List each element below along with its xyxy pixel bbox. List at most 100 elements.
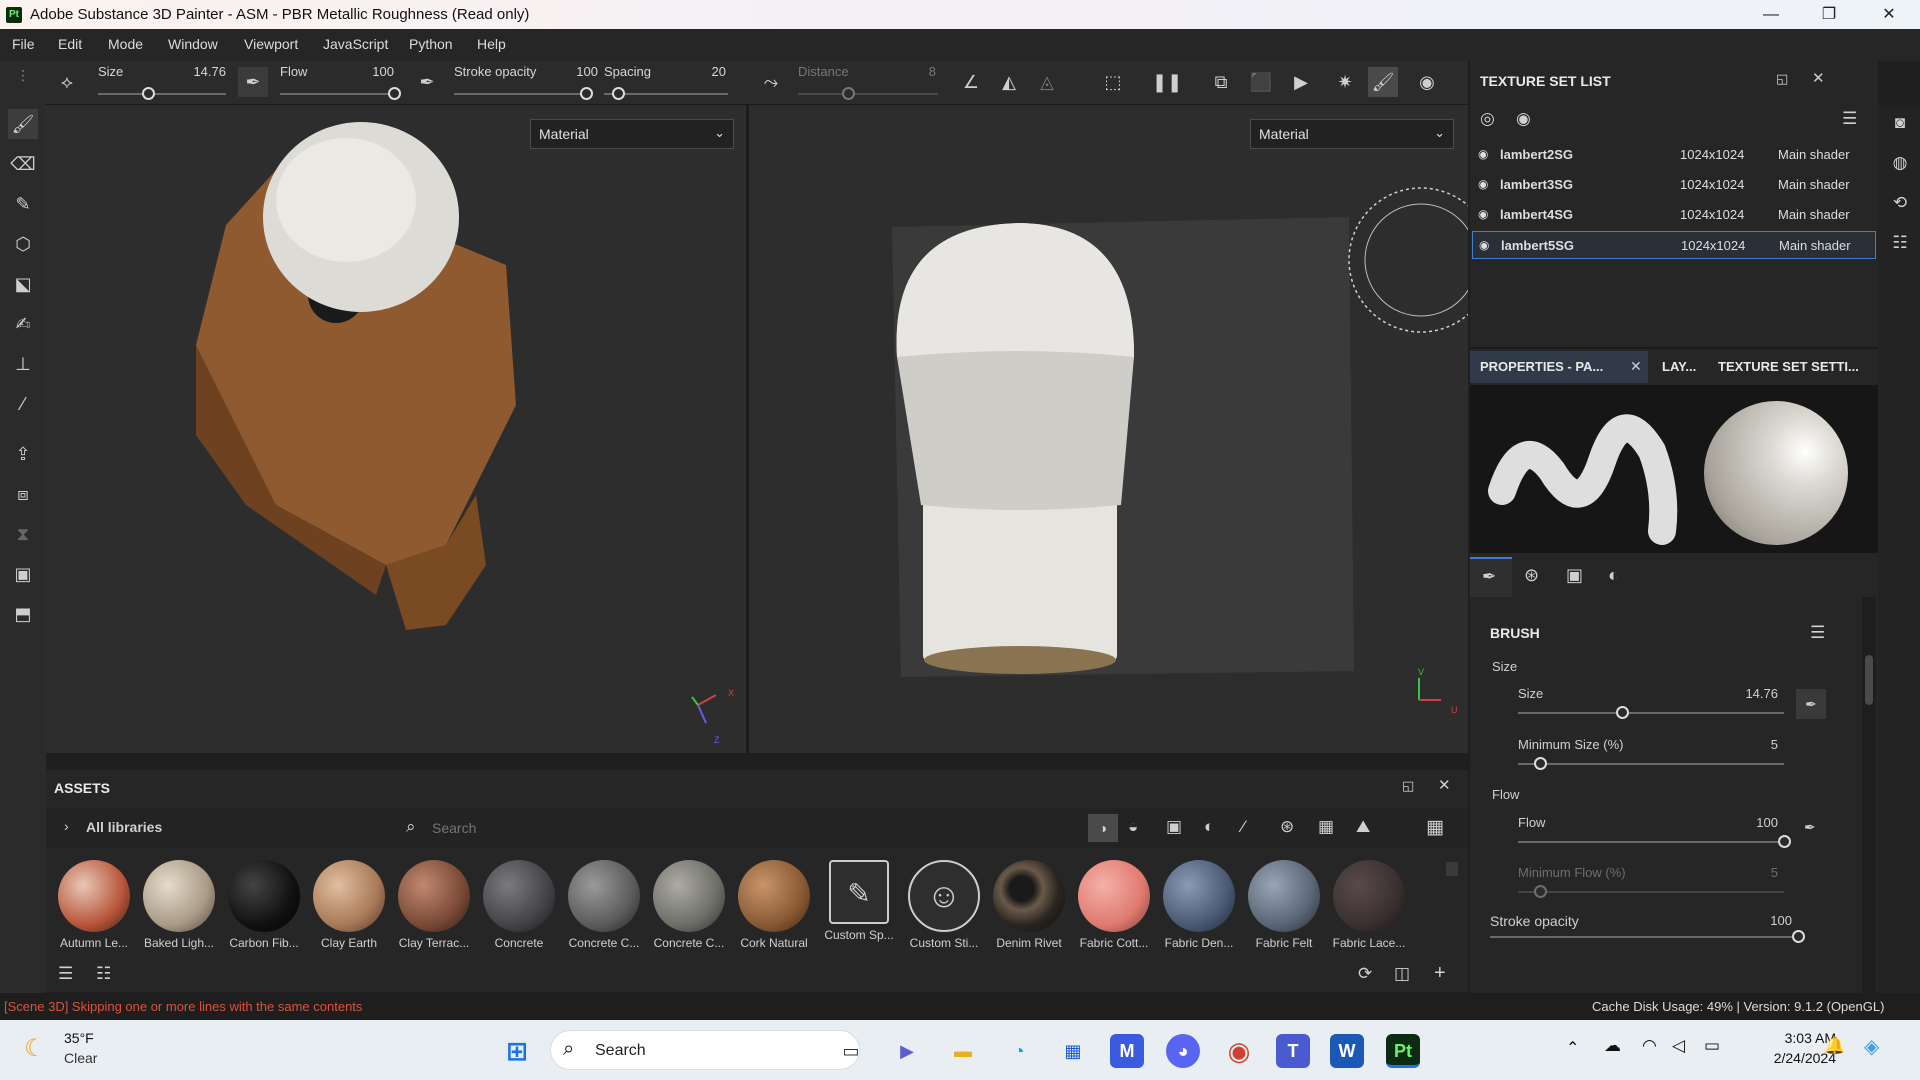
toolbar-spacing-knob[interactable] [612, 87, 625, 100]
taskbar-search[interactable]: ⌕ Search [550, 1030, 860, 1070]
list-view-icon[interactable]: ☰ [58, 964, 73, 984]
flow-pressure-icon[interactable]: ✒ [1804, 819, 1816, 836]
selection-icon[interactable]: ⬚ [1098, 67, 1128, 97]
menu-lines-icon[interactable]: ☰ [1842, 109, 1857, 129]
minimize-icon[interactable]: — [1742, 0, 1800, 29]
camera-video-icon[interactable]: ▶ [1286, 67, 1316, 97]
tab-properties[interactable]: PROPERTIES - PA... ✕ [1470, 351, 1648, 383]
asset-item[interactable]: Fabric Lace... [1329, 860, 1409, 958]
eye-icon[interactable]: ◉ [1516, 109, 1531, 129]
cube-view-icon[interactable]: ⬛ [1246, 67, 1276, 97]
viewport-3d[interactable]: Material ⌄ X Z [46, 105, 746, 753]
float-panel-icon[interactable]: ◱ [1402, 778, 1414, 794]
assets-search-input[interactable] [432, 814, 1122, 842]
toolbar-spacing-value[interactable]: 20 [696, 64, 726, 79]
iray-icon[interactable]: ✷ [1330, 67, 1360, 97]
brush-menu-icon[interactable]: ☰ [1810, 623, 1825, 643]
menu-file[interactable]: File [12, 36, 35, 52]
store-icon[interactable]: ▦ [1056, 1034, 1090, 1068]
teams-meet-icon[interactable]: ▶ [890, 1034, 924, 1068]
stroke-opacity-slider[interactable] [1490, 936, 1800, 938]
edge-icon[interactable]: ◔ [1002, 1034, 1036, 1068]
close-icon[interactable]: ✕ [1860, 0, 1918, 29]
alpha-tab-icon[interactable]: ▣ [1566, 565, 1583, 586]
toolbar-stroke-slider[interactable] [454, 93, 586, 95]
restore-icon[interactable]: ❐ [1800, 0, 1858, 29]
notification-bell-icon[interactable]: 🔔 [1824, 1036, 1845, 1056]
asset-item[interactable]: Concrete [479, 860, 559, 958]
texture-set-row[interactable]: ◉ lambert4SG 1024x1024 Main shader [1472, 201, 1876, 229]
toolbar-size-knob[interactable] [142, 87, 155, 100]
line-angle-icon[interactable]: ∠ [956, 67, 986, 97]
mirror-icon[interactable]: ◭ [994, 67, 1024, 97]
close-tab-icon[interactable]: ✕ [1630, 358, 1642, 375]
new-window-icon[interactable]: ◫ [1394, 964, 1410, 984]
visibility-eye-icon[interactable]: ◉ [1478, 147, 1488, 161]
toolbar-stroke-knob[interactable] [580, 87, 593, 100]
close-panel-icon[interactable]: ✕ [1812, 69, 1825, 87]
pen-pressure-icon[interactable]: ✒ [238, 67, 268, 97]
color-picker-icon[interactable]: ⁄ [8, 389, 38, 419]
asset-item[interactable]: Cork Natural [734, 860, 814, 958]
filter-alphas-icon[interactable]: ▦ [1318, 817, 1334, 837]
lazy-mouse-icon[interactable]: ⤳ [756, 67, 786, 97]
asset-item[interactable]: Denim Rivet [989, 860, 1069, 958]
menu-javascript[interactable]: JavaScript [323, 36, 388, 52]
visibility-eye-icon[interactable]: ◉ [1478, 177, 1488, 191]
texture-set-row-selected[interactable]: ◉ lambert5SG 1024x1024 Main shader [1472, 231, 1876, 259]
copilot-icon[interactable]: ◈ [1864, 1034, 1879, 1059]
eraser-icon[interactable]: ⌫ [8, 149, 38, 179]
add-icon[interactable]: + [1434, 962, 1446, 985]
smudge-icon[interactable]: ✍ [8, 309, 38, 339]
size-slider-knob[interactable] [1616, 706, 1629, 719]
sort-icon[interactable]: ☷ [96, 964, 111, 984]
polygon-fill-icon[interactable]: ⬡ [8, 229, 38, 259]
viewport3d-channel-dropdown[interactable]: Material ⌄ [530, 119, 734, 149]
history-icon[interactable]: ⟲ [1888, 191, 1912, 215]
hide-all-icon[interactable]: ◎ [1480, 109, 1495, 129]
filter-environments-icon[interactable]: ⛰ [1356, 817, 1370, 837]
tab-layers[interactable]: LAY... [1662, 359, 1696, 374]
volume-icon[interactable]: ◁ [1672, 1036, 1685, 1056]
minimum-size-slider[interactable] [1518, 763, 1784, 765]
flow-value[interactable]: 100 [1738, 815, 1778, 830]
menu-viewport[interactable]: Viewport [244, 36, 298, 52]
file-explorer-icon[interactable]: ▬ [946, 1034, 980, 1068]
visibility-eye-icon[interactable]: ◉ [1478, 207, 1488, 221]
geometry-mask-icon[interactable]: ⬕ [8, 269, 38, 299]
paint-mode-icon[interactable]: 🖌 [1368, 67, 1398, 97]
material-tab-icon[interactable]: ⊛ [1524, 565, 1539, 586]
toolbar-flow-slider[interactable] [280, 93, 400, 95]
word-icon[interactable]: W [1330, 1034, 1364, 1068]
assets-scrollbar[interactable] [1446, 862, 1458, 876]
visibility-eye-icon[interactable]: ◉ [1479, 238, 1489, 252]
filter-materials-icon[interactable]: ◑ [1088, 814, 1118, 842]
close-panel-icon[interactable]: ✕ [1438, 776, 1451, 794]
texture-set-row[interactable]: ◉ lambert2SG 1024x1024 Main shader [1472, 141, 1876, 169]
moon-weather-icon[interactable]: ☾ [24, 1034, 46, 1063]
filter-textures-icon[interactable]: ⊛ [1280, 817, 1294, 837]
size-slider[interactable] [1518, 712, 1784, 714]
flow-slider-knob[interactable] [1778, 835, 1791, 848]
menu-python[interactable]: Python [409, 36, 453, 52]
brush-tab-icon[interactable]: ✒ [1470, 557, 1512, 597]
size-pressure-icon[interactable]: ✒ [1796, 689, 1826, 719]
display-settings-icon[interactable]: ◙ [1888, 111, 1912, 135]
asset-item[interactable]: Concrete C... [649, 860, 729, 958]
export-icon[interactable]: ⇪ [8, 439, 38, 469]
stroke-opacity-value[interactable]: 100 [1752, 913, 1792, 928]
asset-item[interactable]: Fabric Felt [1244, 860, 1324, 958]
display-settings-icon[interactable]: ▣ [8, 559, 38, 589]
flow-pressure-icon[interactable]: ✒ [412, 67, 442, 97]
asset-item[interactable]: ☺ Custom Sti... [904, 860, 984, 958]
cloud-icon[interactable]: ☁ [1604, 1036, 1621, 1056]
asset-item[interactable]: Fabric Cott... [1074, 860, 1154, 958]
refresh-icon[interactable]: ⟳ [1358, 964, 1372, 984]
tab-texture-set-settings[interactable]: TEXTURE SET SETTI... [1718, 359, 1859, 374]
properties-scrollbar[interactable] [1862, 597, 1876, 993]
log-icon[interactable]: ☷ [1888, 231, 1912, 255]
asset-item[interactable]: ✎ Custom Sp... [819, 860, 899, 958]
asset-item[interactable]: Fabric Den... [1159, 860, 1239, 958]
menu-window[interactable]: Window [168, 36, 218, 52]
asset-item[interactable]: Autumn Le... [54, 860, 134, 958]
